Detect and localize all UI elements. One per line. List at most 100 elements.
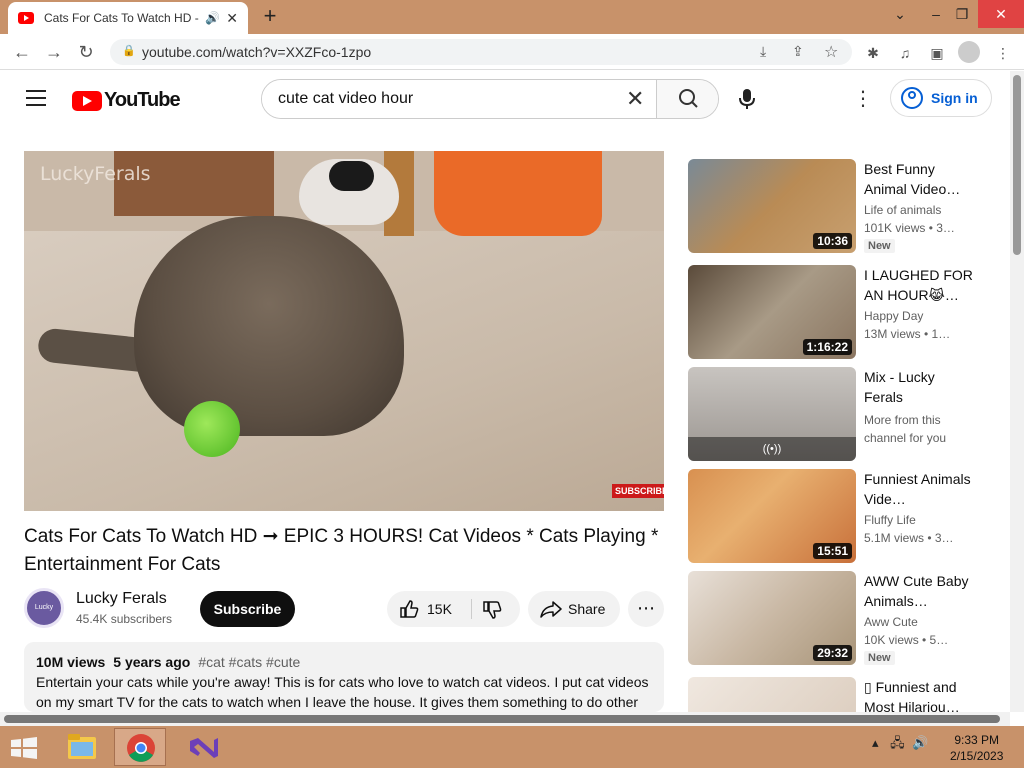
video-thumbnail[interactable]: 1:16:22 [688, 265, 856, 359]
browser-tab[interactable]: Cats For Cats To Watch HD - 🔊 ✕ [8, 2, 248, 34]
recommended-channel[interactable]: Fluffy Life [864, 513, 916, 527]
more-actions-button[interactable]: ⋯ [628, 591, 664, 627]
url-text: youtube.com/watch?v=XXZFco-1zpo [142, 44, 372, 60]
recommended-channel[interactable]: Aww Cute [864, 615, 918, 629]
description-text: Entertain your cats while you're away! T… [36, 674, 649, 710]
extensions-icon[interactable]: ✱ [864, 44, 882, 62]
video-frame-towel [434, 151, 602, 236]
channel-avatar[interactable]: Lucky Ferals [24, 588, 64, 645]
chrome-menu-icon[interactable]: ⋮ [994, 44, 1012, 62]
search-icon [679, 89, 698, 108]
like-dislike-bar: 15K [387, 591, 520, 627]
profile-avatar[interactable] [958, 41, 980, 63]
recommended-mix[interactable]: ((•)) Mix - Lucky Ferals More from this … [688, 367, 988, 461]
search-box: ✕ [261, 79, 719, 119]
youtube-play-icon [72, 90, 102, 111]
video-thumbnail[interactable]: 29:32 [688, 571, 856, 665]
file-explorer-icon[interactable] [56, 728, 108, 766]
volume-icon[interactable]: 🔊 [912, 735, 928, 750]
address-bar[interactable]: 🔒 youtube.com/watch?v=XXZFco-1zpo ⤓ ⇪ ☆ [110, 39, 852, 65]
recommended-video[interactable]: 15:51 Funniest Animals Vide… Fluffy Life… [688, 469, 988, 563]
recommended-title[interactable]: I LAUGHED FOR AN HOUR😹… [864, 265, 974, 305]
video-thumbnail[interactable] [688, 677, 856, 712]
tab-search-icon[interactable]: ⌄ [882, 0, 918, 28]
hashtags[interactable]: #cat #cats #cute [198, 654, 300, 670]
share-icon [540, 601, 562, 618]
vertical-scroll-thumb[interactable] [1013, 75, 1021, 255]
recommended-title[interactable]: Funniest Animals Vide… [864, 469, 974, 509]
search-button[interactable] [656, 80, 718, 118]
video-thumbnail[interactable]: 15:51 [688, 469, 856, 563]
mix-thumbnail[interactable]: ((•)) [688, 367, 856, 461]
windows-taskbar: ▴ 🖧 🔊 9:33 PM 2/15/2023 [0, 726, 1024, 768]
upload-age: 5 years ago [113, 654, 191, 670]
recommended-views: 13M views • 1… [864, 327, 951, 341]
recommended-video[interactable]: 10:36 Best Funny Animal Video… Life of a… [688, 159, 988, 253]
reload-icon[interactable]: ↻ [74, 40, 98, 64]
horizontal-scroll-thumb[interactable] [4, 715, 1000, 723]
duration-badge: 15:51 [813, 543, 852, 559]
horizontal-scrollbar[interactable] [0, 712, 1010, 726]
recommended-video[interactable]: 29:32 AWW Cute Baby Animals… Aww Cute 10… [688, 571, 988, 665]
back-icon[interactable]: ← [10, 40, 34, 64]
recommended-views: 5.1M views • 3… [864, 531, 954, 545]
windows-start-icon[interactable] [10, 736, 38, 760]
channel-name[interactable]: Lucky Ferals [76, 590, 167, 608]
side-panel-icon[interactable]: ▣ [928, 44, 946, 62]
system-clock[interactable]: 9:33 PM 2/15/2023 [950, 732, 1003, 764]
recommended-views: 10K views • 5… [864, 633, 949, 647]
clear-search-icon[interactable]: ✕ [626, 88, 644, 110]
recommended-title[interactable]: ▯ Funniest and Most Hilariou… [864, 677, 974, 712]
microphone-icon[interactable] [737, 88, 757, 110]
share-label: Share [568, 601, 606, 617]
video-subscribe-watermark[interactable]: SUBSCRIBE [612, 484, 664, 498]
forward-icon[interactable]: → [42, 40, 66, 64]
new-tab-button[interactable]: + [258, 4, 282, 28]
settings-kebab-icon[interactable]: ⋮ [853, 89, 873, 109]
account-icon [901, 87, 923, 109]
share-button[interactable]: Share [528, 591, 620, 627]
close-window-button[interactable]: ✕ [978, 0, 1024, 28]
clock-time: 9:33 PM [954, 733, 1000, 747]
clock-date: 2/15/2023 [950, 749, 1004, 763]
audio-playing-icon[interactable]: 🔊 [205, 11, 220, 25]
mix-icon: ((•)) [688, 437, 856, 461]
search-input[interactable] [262, 80, 656, 118]
video-thumbnail[interactable]: 10:36 [688, 159, 856, 253]
like-button[interactable]: 15K [387, 591, 471, 627]
subscribe-button[interactable]: Subscribe [200, 591, 295, 627]
lock-icon[interactable]: 🔒 [122, 44, 136, 57]
recommended-channel[interactable]: Happy Day [864, 309, 923, 323]
youtube-favicon-icon [18, 12, 34, 24]
share-page-icon[interactable]: ⇪ [792, 43, 804, 60]
tray-expand-icon[interactable]: ▴ [872, 735, 879, 750]
dislike-button[interactable] [472, 591, 520, 627]
visual-studio-icon[interactable] [178, 728, 230, 766]
close-tab-icon[interactable]: ✕ [226, 10, 238, 27]
vertical-scrollbar[interactable] [1010, 71, 1024, 712]
video-player[interactable]: LuckyFerals SUBSCRIBE [24, 151, 664, 511]
recommended-title[interactable]: AWW Cute Baby Animals… [864, 571, 974, 611]
restore-button[interactable]: ❐ [944, 0, 980, 28]
like-count: 15K [427, 601, 452, 617]
description-box[interactable]: 10M views 5 years ago #cat #cats #cute Ent… [24, 642, 664, 712]
bookmark-star-icon[interactable]: ☆ [824, 42, 838, 62]
hamburger-menu-icon[interactable] [26, 90, 46, 106]
chrome-icon [127, 734, 155, 762]
recommended-video[interactable]: 1:16:22 I LAUGHED FOR AN HOUR😹… Happy Da… [688, 265, 988, 359]
recommended-title[interactable]: Mix - Lucky Ferals [864, 367, 974, 407]
recommended-title[interactable]: Best Funny Animal Video… [864, 159, 974, 199]
network-icon[interactable]: 🖧 [890, 735, 905, 750]
recommended-video[interactable]: ▯ Funniest and Most Hilariou… [688, 677, 988, 712]
video-title: Cats For Cats To Watch HD ➞ EPIC 3 HOURS… [24, 526, 659, 575]
youtube-logo[interactable]: YouTube [72, 89, 181, 112]
video-watermark: LuckyFerals [40, 163, 151, 185]
recommended-channel[interactable]: Life of animals [864, 203, 941, 217]
sign-in-button[interactable]: Sign in [890, 79, 992, 117]
chrome-taskbar-button[interactable] [114, 728, 166, 766]
media-control-icon[interactable]: ♫ [896, 44, 914, 62]
subscriber-count: 45.4K subscribers [76, 612, 173, 626]
system-tray: ▴ 🖧 🔊 [872, 734, 928, 756]
recommended-views: 101K views • 3… [864, 221, 955, 235]
install-icon[interactable]: ⤓ [760, 43, 766, 60]
